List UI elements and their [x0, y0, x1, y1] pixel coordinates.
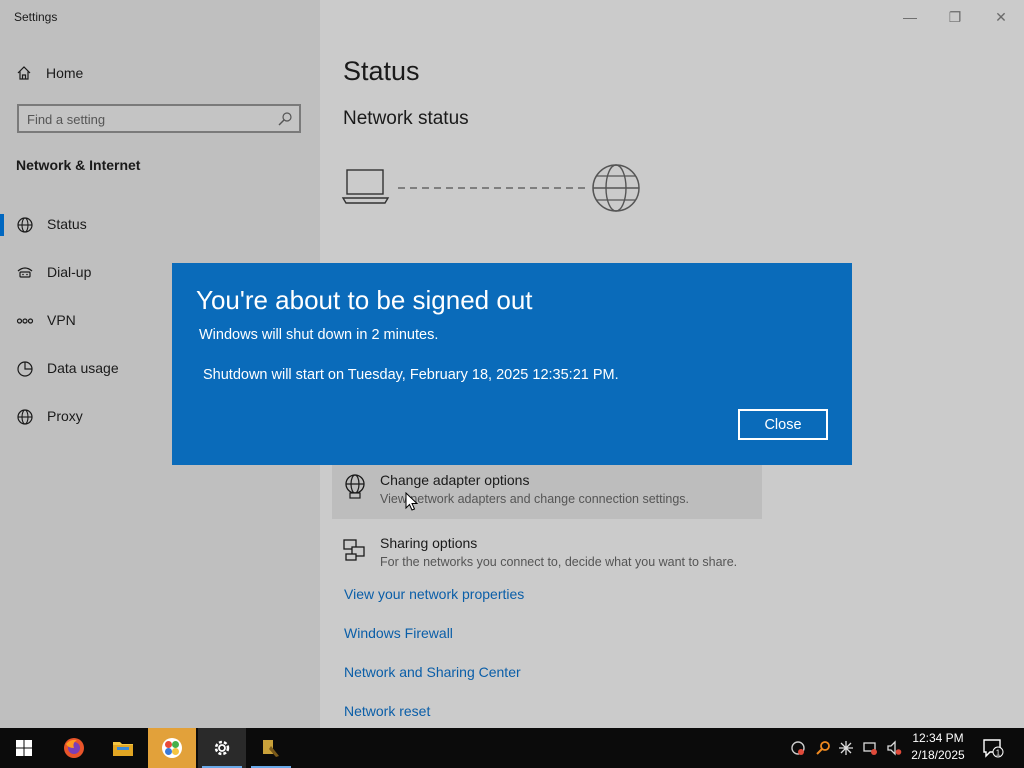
- taskbar-app[interactable]: [247, 728, 295, 768]
- file-explorer-icon: [113, 742, 133, 756]
- link-network-properties[interactable]: View your network properties: [344, 586, 524, 602]
- sharing-icon: [343, 539, 365, 561]
- close-window-button[interactable]: ✕: [989, 6, 1013, 28]
- notification-icon: 1: [983, 739, 1004, 758]
- page-title: Status: [343, 56, 420, 86]
- search-icon[interactable]: [277, 111, 293, 127]
- sidebar-item-label: Dial-up: [47, 264, 92, 280]
- app-icon: [162, 738, 182, 758]
- adapter-icon: [345, 474, 365, 499]
- sidebar-home[interactable]: Home: [16, 62, 83, 84]
- sparkle-tray-icon[interactable]: [838, 740, 854, 756]
- taskbar: 12:34 PM 2/18/2025 1: [0, 728, 1024, 768]
- search-input[interactable]: [27, 110, 267, 128]
- volume-muted-icon[interactable]: [886, 740, 902, 756]
- data-usage-icon: [17, 361, 33, 377]
- start-button[interactable]: [0, 728, 48, 768]
- network-status-diagram: [341, 164, 640, 212]
- notification-count: 1: [996, 749, 1001, 758]
- start-icon: [16, 740, 32, 756]
- search-box[interactable]: [17, 104, 301, 133]
- section-title: Network & Internet: [16, 157, 141, 173]
- globe-icon: [17, 409, 33, 425]
- dialup-icon: [17, 267, 33, 278]
- mouse-cursor-icon: [405, 492, 419, 511]
- link-network-reset[interactable]: Network reset: [344, 703, 430, 719]
- window-title: Settings: [14, 10, 58, 24]
- link-windows-firewall[interactable]: Windows Firewall: [344, 625, 453, 641]
- sidebar-item-label: Status: [47, 216, 87, 232]
- taskbar-settings[interactable]: [198, 728, 246, 768]
- laptop-icon: [341, 169, 390, 204]
- dialog-close-button[interactable]: Close: [738, 409, 828, 440]
- vpn-icon: [16, 318, 34, 324]
- sidebar-item-label: Data usage: [47, 360, 119, 376]
- clock[interactable]: 12:34 PM 2/18/2025: [905, 730, 971, 764]
- network-tray-icon[interactable]: [790, 740, 806, 756]
- link-network-sharing-center[interactable]: Network and Sharing Center: [344, 664, 521, 680]
- sidebar-item-status[interactable]: Status: [0, 205, 320, 245]
- settings-icon: [214, 740, 230, 756]
- taskbar-file-explorer[interactable]: [99, 728, 147, 768]
- option-title: Change adapter options: [380, 472, 530, 488]
- dialog-shutdown-time: Shutdown will start on Tuesday, February…: [203, 367, 619, 383]
- sidebar-item-label: Proxy: [47, 408, 83, 424]
- search-tray-icon[interactable]: [815, 740, 831, 756]
- globe-icon: [17, 217, 33, 233]
- taskbar-firefox[interactable]: [50, 728, 98, 768]
- network-disconnected-icon[interactable]: [862, 740, 878, 756]
- home-icon: [17, 66, 31, 80]
- firefox-icon: [64, 738, 84, 758]
- minimize-button[interactable]: —: [898, 6, 922, 28]
- signout-dialog: You're about to be signed out Windows wi…: [172, 263, 852, 465]
- dialog-message: Windows will shut down in 2 minutes.: [199, 327, 439, 343]
- restore-button[interactable]: ❐: [943, 6, 967, 28]
- notification-center[interactable]: 1: [982, 738, 1004, 763]
- clock-time: 12:34 PM: [912, 731, 964, 745]
- sharing-options[interactable]: Sharing options For the networks you con…: [332, 527, 762, 582]
- taskbar-app[interactable]: [148, 728, 196, 768]
- internet-globe-icon: [592, 164, 640, 212]
- sidebar-item-label: VPN: [47, 312, 76, 328]
- option-description: View network adapters and change connect…: [380, 492, 689, 506]
- change-adapter-options[interactable]: Change adapter options View network adap…: [332, 464, 762, 519]
- section-heading: Network status: [343, 108, 469, 129]
- option-title: Sharing options: [380, 535, 478, 551]
- app-icon: [263, 740, 279, 757]
- clock-date: 2/18/2025: [911, 748, 965, 762]
- home-label: Home: [46, 65, 84, 81]
- selection-indicator: [0, 214, 4, 236]
- option-description: For the networks you connect to, decide …: [380, 555, 738, 569]
- dialog-title: You're about to be signed out: [196, 285, 533, 315]
